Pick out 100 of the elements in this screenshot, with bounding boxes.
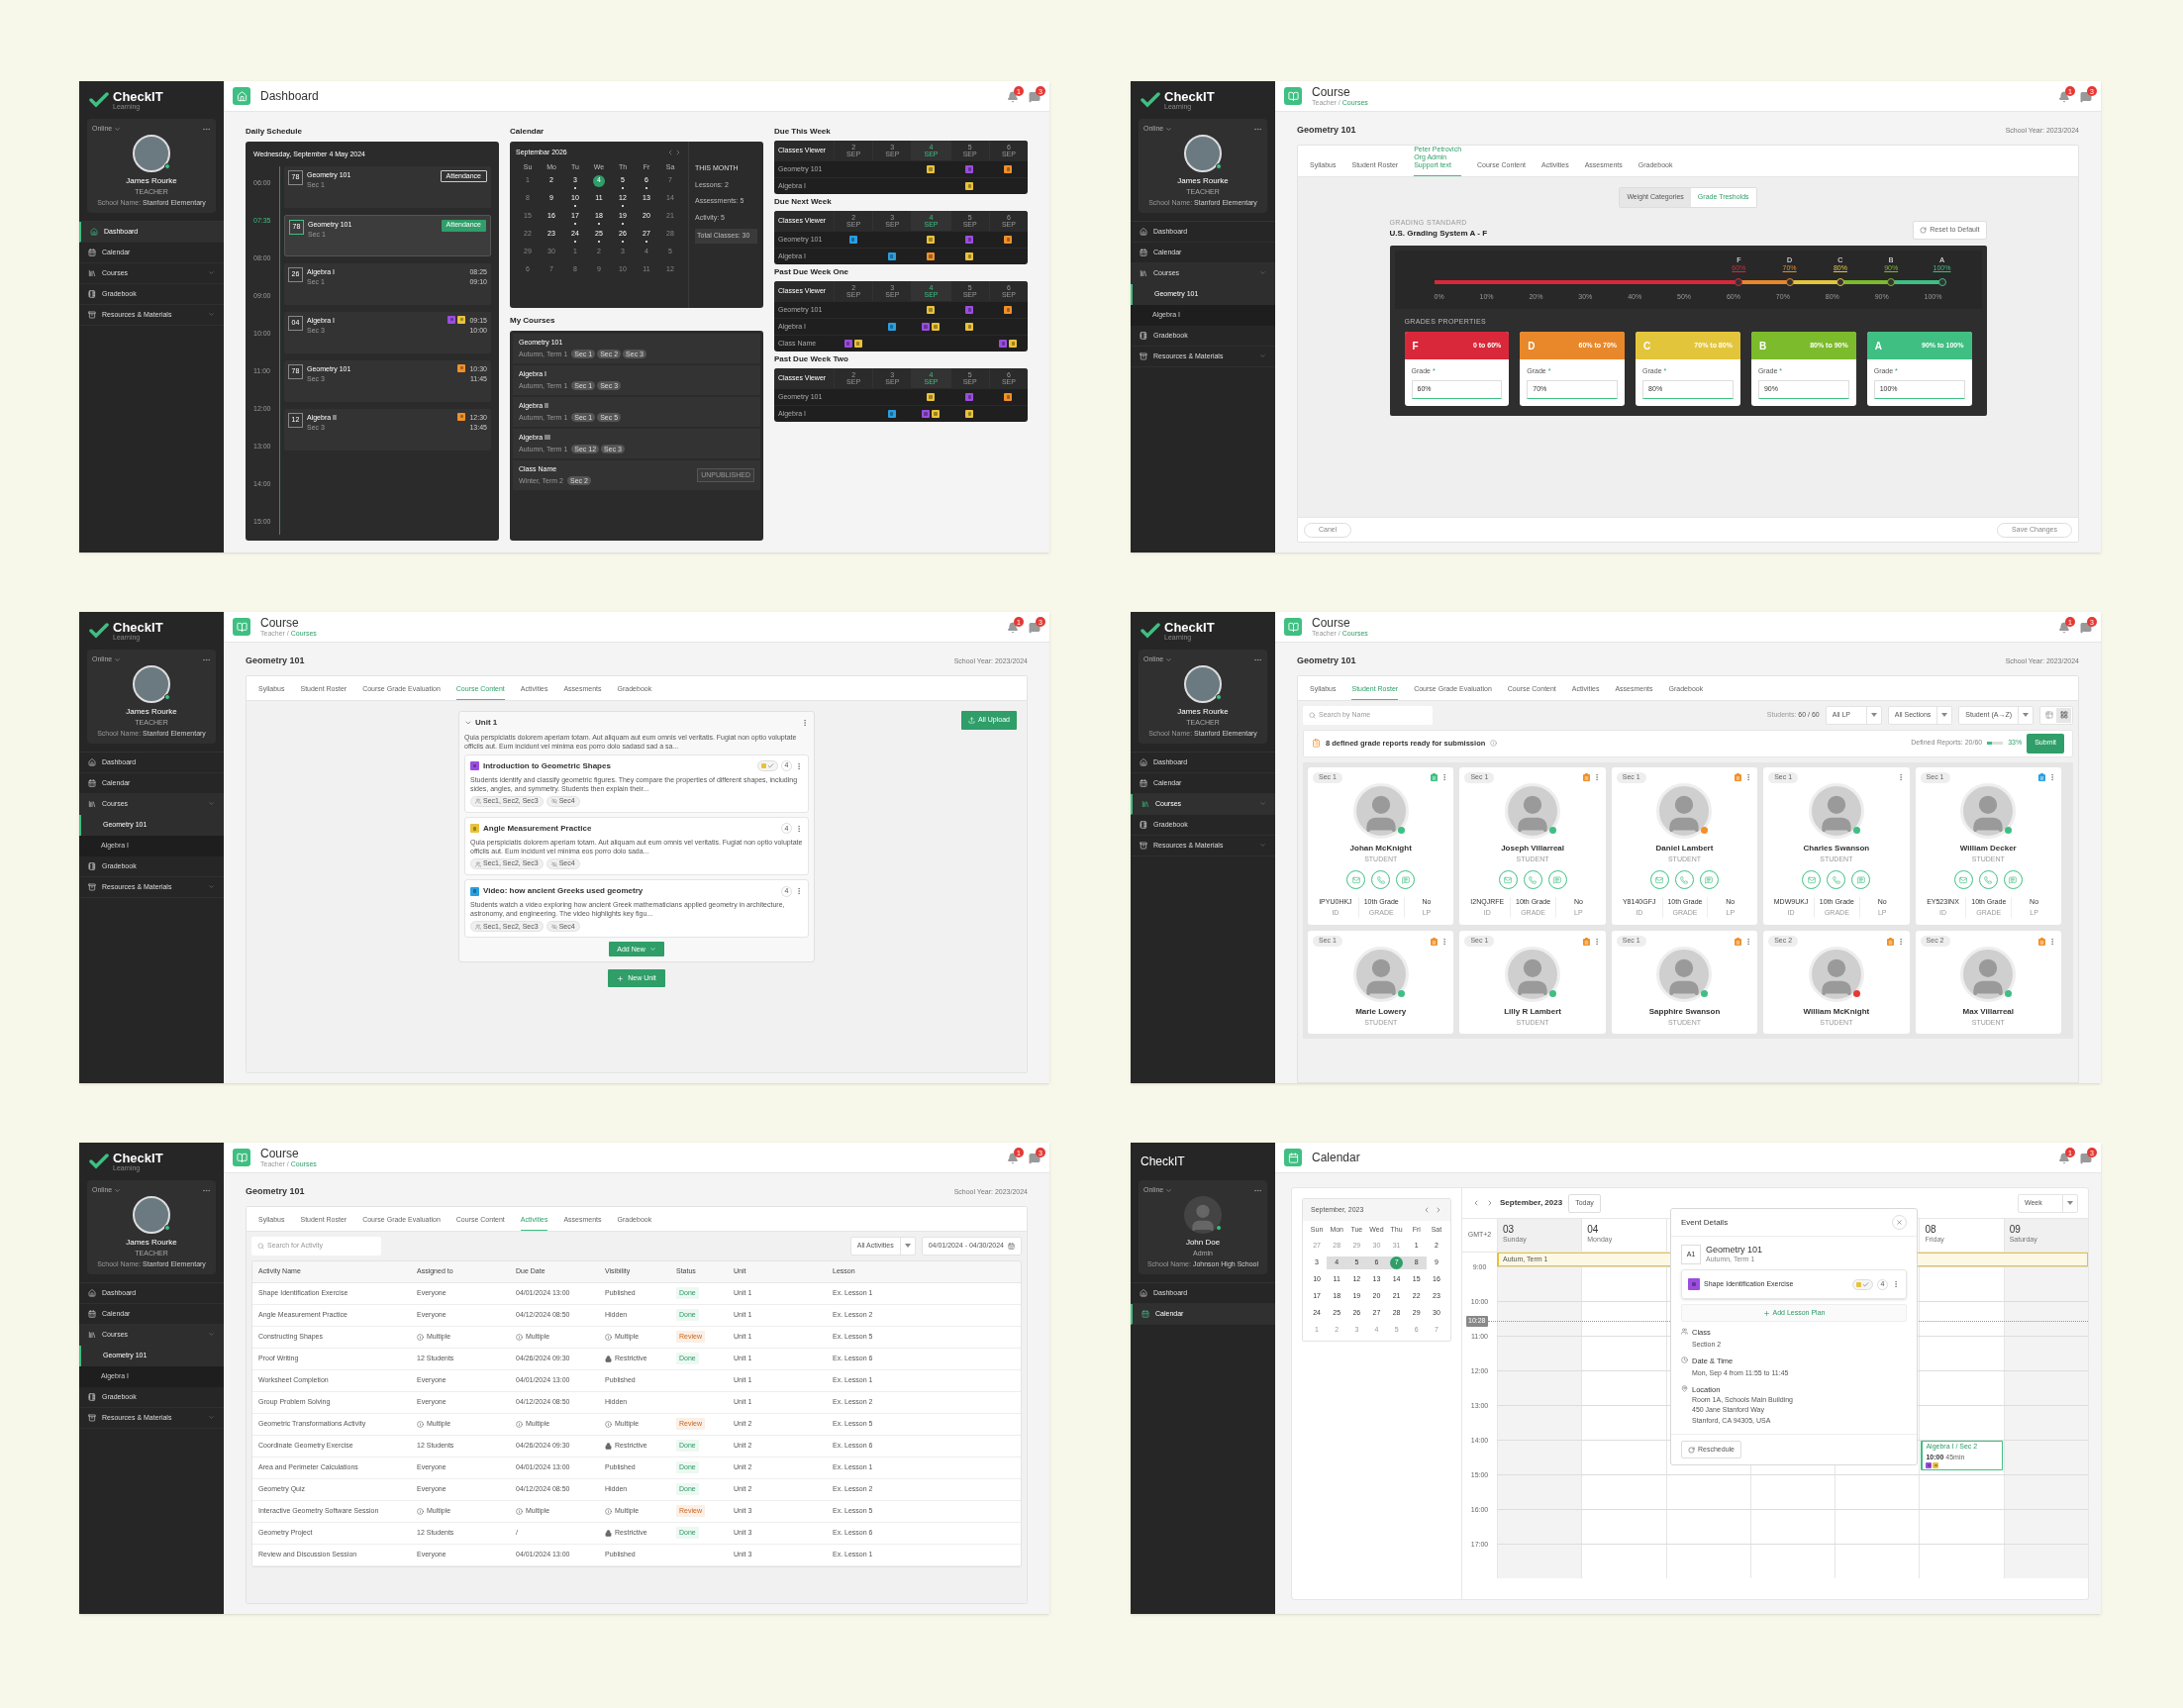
previous-icon[interactable] — [666, 149, 674, 157]
previous-icon[interactable] — [1472, 1199, 1480, 1207]
chevron-down-icon — [1259, 269, 1266, 277]
chevron-down-icon — [208, 1414, 215, 1422]
threshold-handle[interactable] — [1735, 278, 1743, 287]
home-icon — [1140, 1288, 1147, 1297]
chat-icon[interactable] — [2080, 91, 2092, 103]
chat-icon[interactable] — [2080, 622, 2092, 634]
grid-view-icon[interactable] — [2056, 707, 2071, 723]
chevron-down-icon — [208, 800, 215, 808]
chat-icon[interactable] — [1029, 1153, 1041, 1164]
threshold-handle[interactable] — [1937, 278, 1946, 287]
section-title: Past Due Week One — [774, 266, 849, 278]
logo-text: CheckIT — [1141, 1155, 1185, 1167]
calendar-icon — [1140, 778, 1147, 787]
page-title: Course — [1312, 617, 1351, 629]
more-icon[interactable] — [795, 824, 803, 833]
books-icon — [1141, 799, 1149, 808]
photo-placeholder — [1184, 134, 1222, 172]
book-icon — [233, 618, 250, 636]
logo-text: CheckIT — [113, 1152, 163, 1164]
next-icon[interactable] — [674, 149, 682, 157]
page-title: Calendar — [1312, 1152, 1360, 1163]
next-icon[interactable] — [1435, 1206, 1442, 1214]
course-title: Geometry 101 — [1297, 654, 1356, 667]
section-title: Daily Schedule — [246, 126, 303, 138]
eye-off-icon — [550, 860, 557, 867]
books-icon — [1140, 268, 1147, 277]
more-icon[interactable] — [801, 718, 809, 727]
check-icon — [1862, 1280, 1869, 1288]
chat-icon[interactable] — [1029, 622, 1041, 634]
bell-icon[interactable] — [2058, 91, 2070, 103]
month-title: September, 2023 — [1500, 1197, 1563, 1209]
check-logo-icon — [89, 1154, 109, 1169]
notebook-icon — [88, 1392, 96, 1401]
lock-icon — [605, 1355, 612, 1362]
caret-icon — [904, 1244, 911, 1248]
user-name: James Rourke — [126, 174, 177, 187]
home-icon — [1140, 227, 1147, 236]
user-name: James Rourke — [1177, 174, 1229, 187]
archive-box-icon — [88, 310, 96, 319]
photo-placeholder — [133, 1195, 170, 1234]
calendar-icon — [88, 248, 96, 256]
more-icon[interactable] — [1892, 1280, 1900, 1288]
user-name: James Rourke — [1177, 705, 1229, 718]
grade-letter: A — [1874, 339, 1882, 353]
more-icon[interactable] — [2048, 773, 2056, 781]
archive-box-icon — [1140, 841, 1147, 850]
notebook-icon — [1140, 331, 1147, 340]
chat-icon[interactable] — [2080, 1153, 2092, 1164]
check-logo-icon — [1141, 92, 1160, 108]
student-name: Lilly R Lambert — [1504, 1006, 1561, 1018]
student-name: Daniel Lambert — [1655, 842, 1714, 854]
day-number: 08 — [1925, 1225, 1937, 1236]
upload-icon — [968, 716, 976, 724]
check-logo-icon — [89, 623, 109, 639]
search-icon — [257, 1242, 264, 1250]
info-icon — [516, 1420, 523, 1428]
page-title: Course — [260, 617, 300, 629]
more-icon[interactable] — [795, 887, 803, 896]
threshold-handle[interactable] — [1785, 278, 1794, 287]
grading-standard-name: U.S. Grading System A - F — [1389, 228, 1488, 241]
more-icon[interactable] — [795, 761, 803, 770]
page-title: Course — [260, 1148, 300, 1159]
day-number: 03 — [1503, 1225, 1516, 1236]
chat-icon[interactable] — [1029, 91, 1041, 103]
chevron-down-icon — [114, 655, 122, 663]
info-icon — [1490, 740, 1498, 747]
student-name: William McKnight — [1803, 1006, 1870, 1018]
threshold-handle[interactable] — [1836, 278, 1844, 287]
user-name: James Rourke — [126, 705, 177, 718]
bell-icon[interactable] — [2058, 622, 2070, 634]
next-icon[interactable] — [1486, 1199, 1494, 1207]
user-name: James Rourke — [126, 1236, 177, 1249]
calendar-icon — [88, 1309, 96, 1318]
users-icon — [475, 798, 481, 805]
bell-icon[interactable] — [1007, 91, 1019, 103]
chevron-down-icon — [208, 269, 215, 277]
day-number: 04 — [1587, 1225, 1600, 1236]
home-icon — [1140, 757, 1147, 766]
book-icon — [1284, 87, 1302, 105]
chevron-down-icon — [648, 946, 656, 954]
bell-icon[interactable] — [1007, 622, 1019, 634]
bell-icon[interactable] — [1007, 1153, 1019, 1164]
chevron-down-icon — [1165, 655, 1173, 663]
grade-letter: D — [1528, 339, 1536, 353]
photo-placeholder — [133, 664, 170, 703]
bell-icon[interactable] — [2058, 1153, 2070, 1164]
check-logo-icon — [89, 92, 109, 108]
eye-off-icon — [550, 923, 557, 930]
archive-box-icon — [88, 1413, 96, 1422]
previous-icon[interactable] — [1423, 1206, 1431, 1214]
chevron-down-icon — [1259, 842, 1266, 850]
more-icon[interactable] — [2048, 937, 2056, 946]
plus-icon — [617, 974, 625, 982]
book-icon — [1284, 618, 1302, 636]
lock-icon — [605, 1442, 612, 1450]
info-icon — [605, 1507, 612, 1515]
caret-icon — [1870, 713, 1877, 717]
threshold-handle[interactable] — [1887, 278, 1896, 287]
